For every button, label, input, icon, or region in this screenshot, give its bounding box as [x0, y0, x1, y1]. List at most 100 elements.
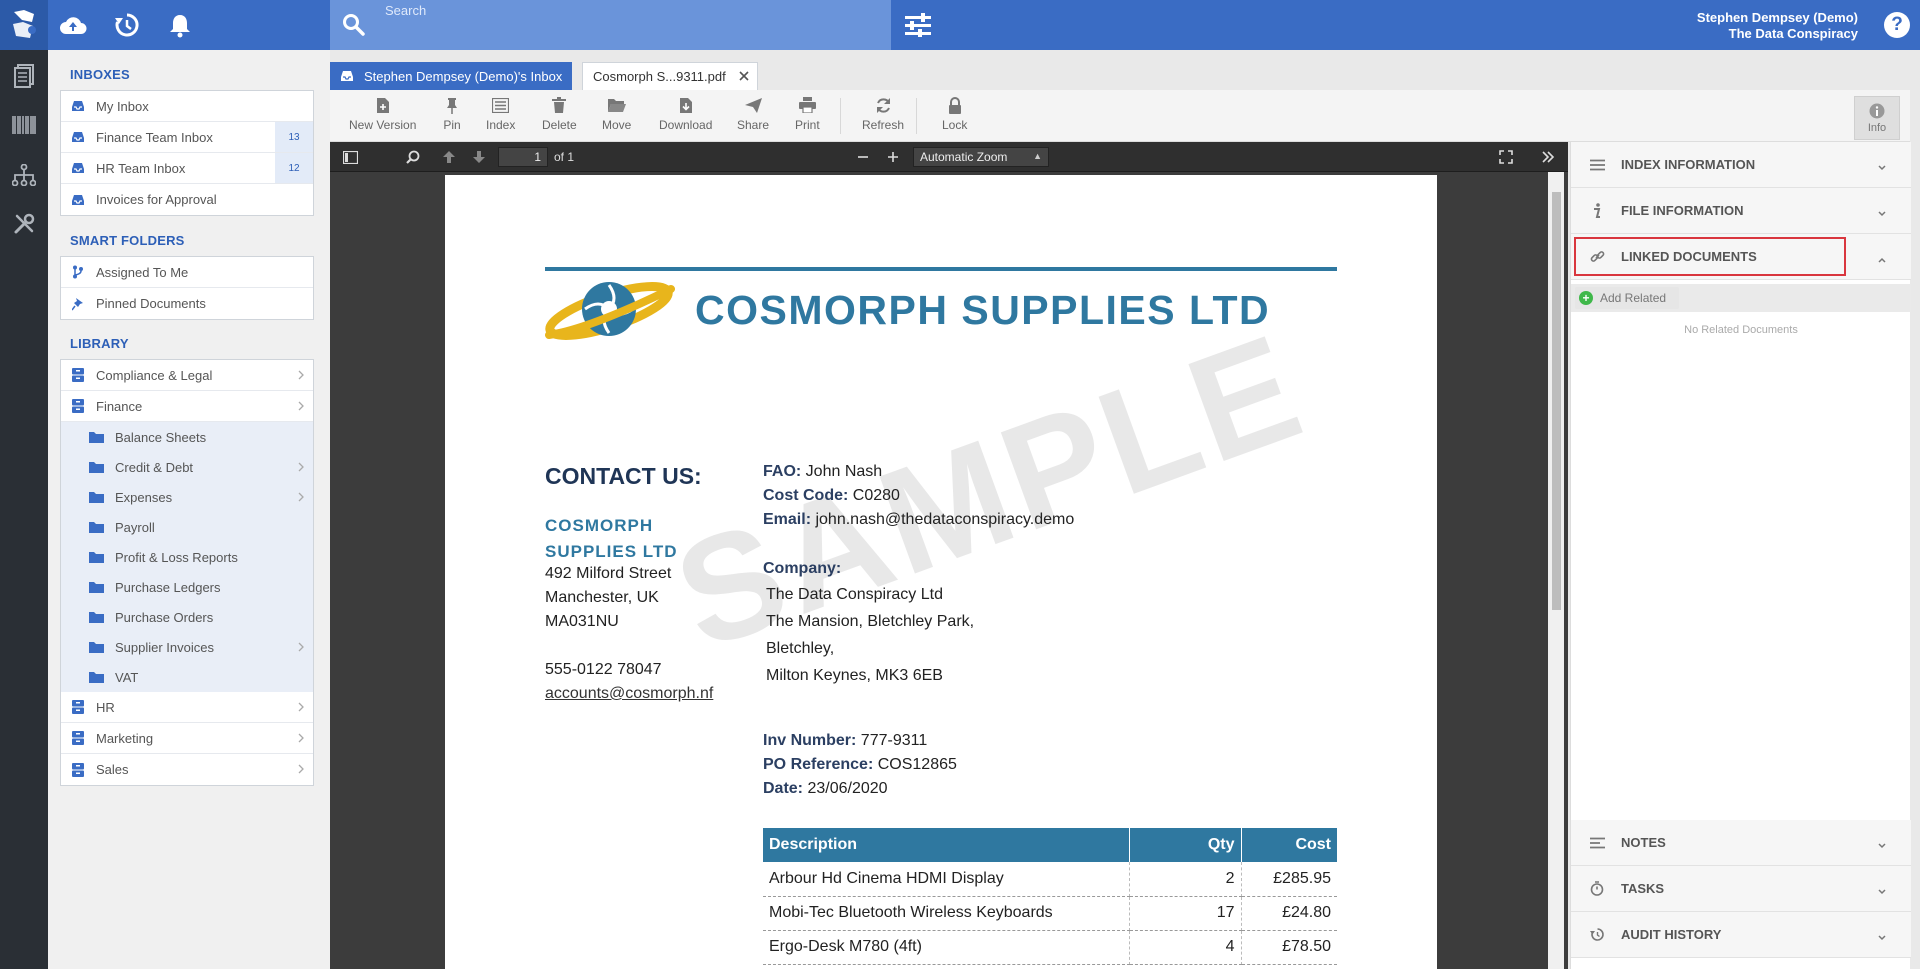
sidebar-subitem-credit-debt[interactable]: Credit & Debt [61, 452, 313, 482]
field-value: COS12865 [877, 756, 957, 773]
accordion-linked-documents[interactable]: LINKED DOCUMENTS [1571, 234, 1911, 280]
left-rail [0, 50, 48, 969]
sidebar-item-label: Compliance & Legal [96, 367, 213, 383]
barcode-icon[interactable] [10, 111, 38, 139]
index-button[interactable]: Index [486, 96, 515, 138]
sidebar-subitem-vat[interactable]: VAT [61, 662, 313, 692]
tools-expand-icon[interactable] [1540, 149, 1556, 165]
chevron-down-icon [1877, 884, 1887, 895]
user-account[interactable]: Stephen Dempsey (Demo) The Data Conspira… [1697, 10, 1858, 42]
notifications-bell-icon[interactable] [164, 9, 196, 41]
fullscreen-icon[interactable] [1498, 149, 1514, 165]
chevron-right-icon [297, 491, 305, 503]
sidebar-item-pinned-documents[interactable]: Pinned Documents [61, 288, 313, 319]
accordion-file-information[interactable]: FILE INFORMATION [1571, 188, 1911, 234]
chevron-down-icon [1877, 160, 1887, 171]
print-button[interactable]: Print [795, 96, 820, 138]
zoom-out-icon[interactable] [855, 149, 871, 165]
close-tab-icon[interactable] [737, 69, 751, 83]
sidebar-item-invoices-for-approval[interactable]: Invoices for Approval [61, 184, 313, 215]
supplier-phone: 555-0122 78047 [545, 661, 662, 678]
history-icon[interactable] [111, 9, 143, 41]
sidebar-subitem-payroll[interactable]: Payroll [61, 512, 313, 542]
folder-icon [89, 430, 105, 444]
help-icon[interactable]: ? [1884, 12, 1910, 38]
supplier-address-line: Manchester, UK [545, 589, 659, 606]
sidebar-subitem-expenses[interactable]: Expenses [61, 482, 313, 512]
lock-icon [946, 96, 964, 114]
page-number-input[interactable] [498, 147, 548, 167]
inboxes-panel: My Inbox Finance Team Inbox 13 HR Team I… [60, 90, 314, 216]
add-related-button[interactable]: + Add Related [1575, 287, 1679, 309]
sidebar-item-label: Invoices for Approval [96, 192, 217, 207]
new-version-button[interactable]: New Version [349, 96, 416, 138]
upload-cloud-icon[interactable] [57, 9, 89, 41]
sidebar-item-sales[interactable]: Sales [61, 754, 313, 785]
stopwatch-icon [1589, 881, 1605, 897]
sidebar-toggle-icon[interactable] [342, 149, 358, 165]
sidebar-item-assigned-to-me[interactable]: Assigned To Me [61, 257, 313, 288]
next-page-icon[interactable] [471, 149, 487, 165]
refresh-icon [874, 96, 892, 114]
sidebar-item-compliance-legal[interactable]: Compliance & Legal [61, 360, 313, 391]
app-logo-icon[interactable] [0, 0, 48, 50]
zoom-select[interactable]: Automatic Zoom ▲ [913, 147, 1049, 167]
accordion-tasks[interactable]: TASKS [1571, 866, 1911, 912]
info-button[interactable]: Info [1854, 96, 1900, 140]
button-label: Download [659, 118, 713, 132]
table-header-row: Description Qty Cost [763, 828, 1337, 862]
workflow-hierarchy-icon[interactable] [10, 161, 38, 189]
zoom-in-icon[interactable] [885, 149, 901, 165]
scrollbar-thumb[interactable] [1552, 192, 1561, 610]
pin-icon [443, 96, 461, 114]
company-line: The Data Conspiracy Ltd [766, 586, 943, 603]
sidebar-subitem-balance-sheets[interactable]: Balance Sheets [61, 422, 313, 452]
document-page: COSMORPH SUPPLIES LTD SAMPLE CONTACT US:… [445, 175, 1437, 969]
share-button[interactable]: Share [737, 96, 769, 138]
move-button[interactable]: Move [602, 96, 631, 138]
org-name: The Data Conspiracy [1728, 26, 1858, 41]
tab-label: Stephen Dempsey (Demo)'s Inbox [364, 68, 563, 84]
tools-settings-icon[interactable] [10, 210, 38, 238]
sidebar-item-label: Expenses [115, 489, 173, 505]
sidebar-item-hr-team-inbox[interactable]: HR Team Inbox 12 [61, 153, 313, 184]
accordion-index-information[interactable]: INDEX INFORMATION [1571, 142, 1911, 188]
history-icon [1589, 927, 1605, 943]
sidebar-subitem-purchase-orders[interactable]: Purchase Orders [61, 602, 313, 632]
sidebar-subitem-supplier-invoices[interactable]: Supplier Invoices [61, 632, 313, 662]
accordion-label: NOTES [1621, 835, 1666, 850]
sidebar-item-finance-team-inbox[interactable]: Finance Team Inbox 13 [61, 122, 313, 153]
find-icon[interactable] [405, 149, 421, 165]
sidebar-item-marketing[interactable]: Marketing [61, 723, 313, 754]
sidebar-item-my-inbox[interactable]: My Inbox [61, 91, 313, 122]
search-input[interactable] [385, 0, 875, 20]
link-icon [1589, 249, 1605, 265]
global-search[interactable] [330, 0, 891, 50]
sidebar-subitem-profit-loss-reports[interactable]: Profit & Loss Reports [61, 542, 313, 572]
lock-button[interactable]: Lock [942, 96, 967, 138]
search-filters-icon[interactable] [904, 13, 932, 37]
tab-inbox[interactable]: Stephen Dempsey (Demo)'s Inbox [330, 62, 572, 90]
accordion-notes[interactable]: NOTES [1571, 820, 1911, 866]
sidebar-item-label: Purchase Ledgers [115, 579, 221, 595]
documents-icon[interactable] [10, 62, 38, 90]
delete-button[interactable]: Delete [542, 96, 577, 138]
download-button[interactable]: Download [659, 96, 712, 138]
pin-button[interactable]: Pin [443, 96, 461, 138]
accordion-label: TASKS [1621, 881, 1665, 896]
viewer-scrollbar[interactable] [1548, 172, 1564, 969]
cabinet-icon [70, 399, 86, 413]
supplier-email-link[interactable]: accounts@cosmorph.nf [545, 685, 713, 703]
sidebar-item-hr[interactable]: HR [61, 692, 313, 723]
sidebar-item-finance[interactable]: Finance [61, 391, 313, 422]
previous-page-icon[interactable] [441, 149, 457, 165]
folder-icon [89, 520, 105, 534]
tab-label: Cosmorph S...9311.pdf [593, 69, 726, 84]
accordion-audit-history[interactable]: AUDIT HISTORY [1571, 912, 1911, 958]
button-label: Refresh [862, 118, 905, 132]
refresh-button[interactable]: Refresh [862, 96, 904, 138]
tab-document[interactable]: Cosmorph S...9311.pdf [582, 62, 758, 90]
chevron-down-icon [1877, 838, 1887, 849]
sidebar-subitem-purchase-ledgers[interactable]: Purchase Ledgers [61, 572, 313, 602]
toolbar-divider [840, 98, 841, 134]
